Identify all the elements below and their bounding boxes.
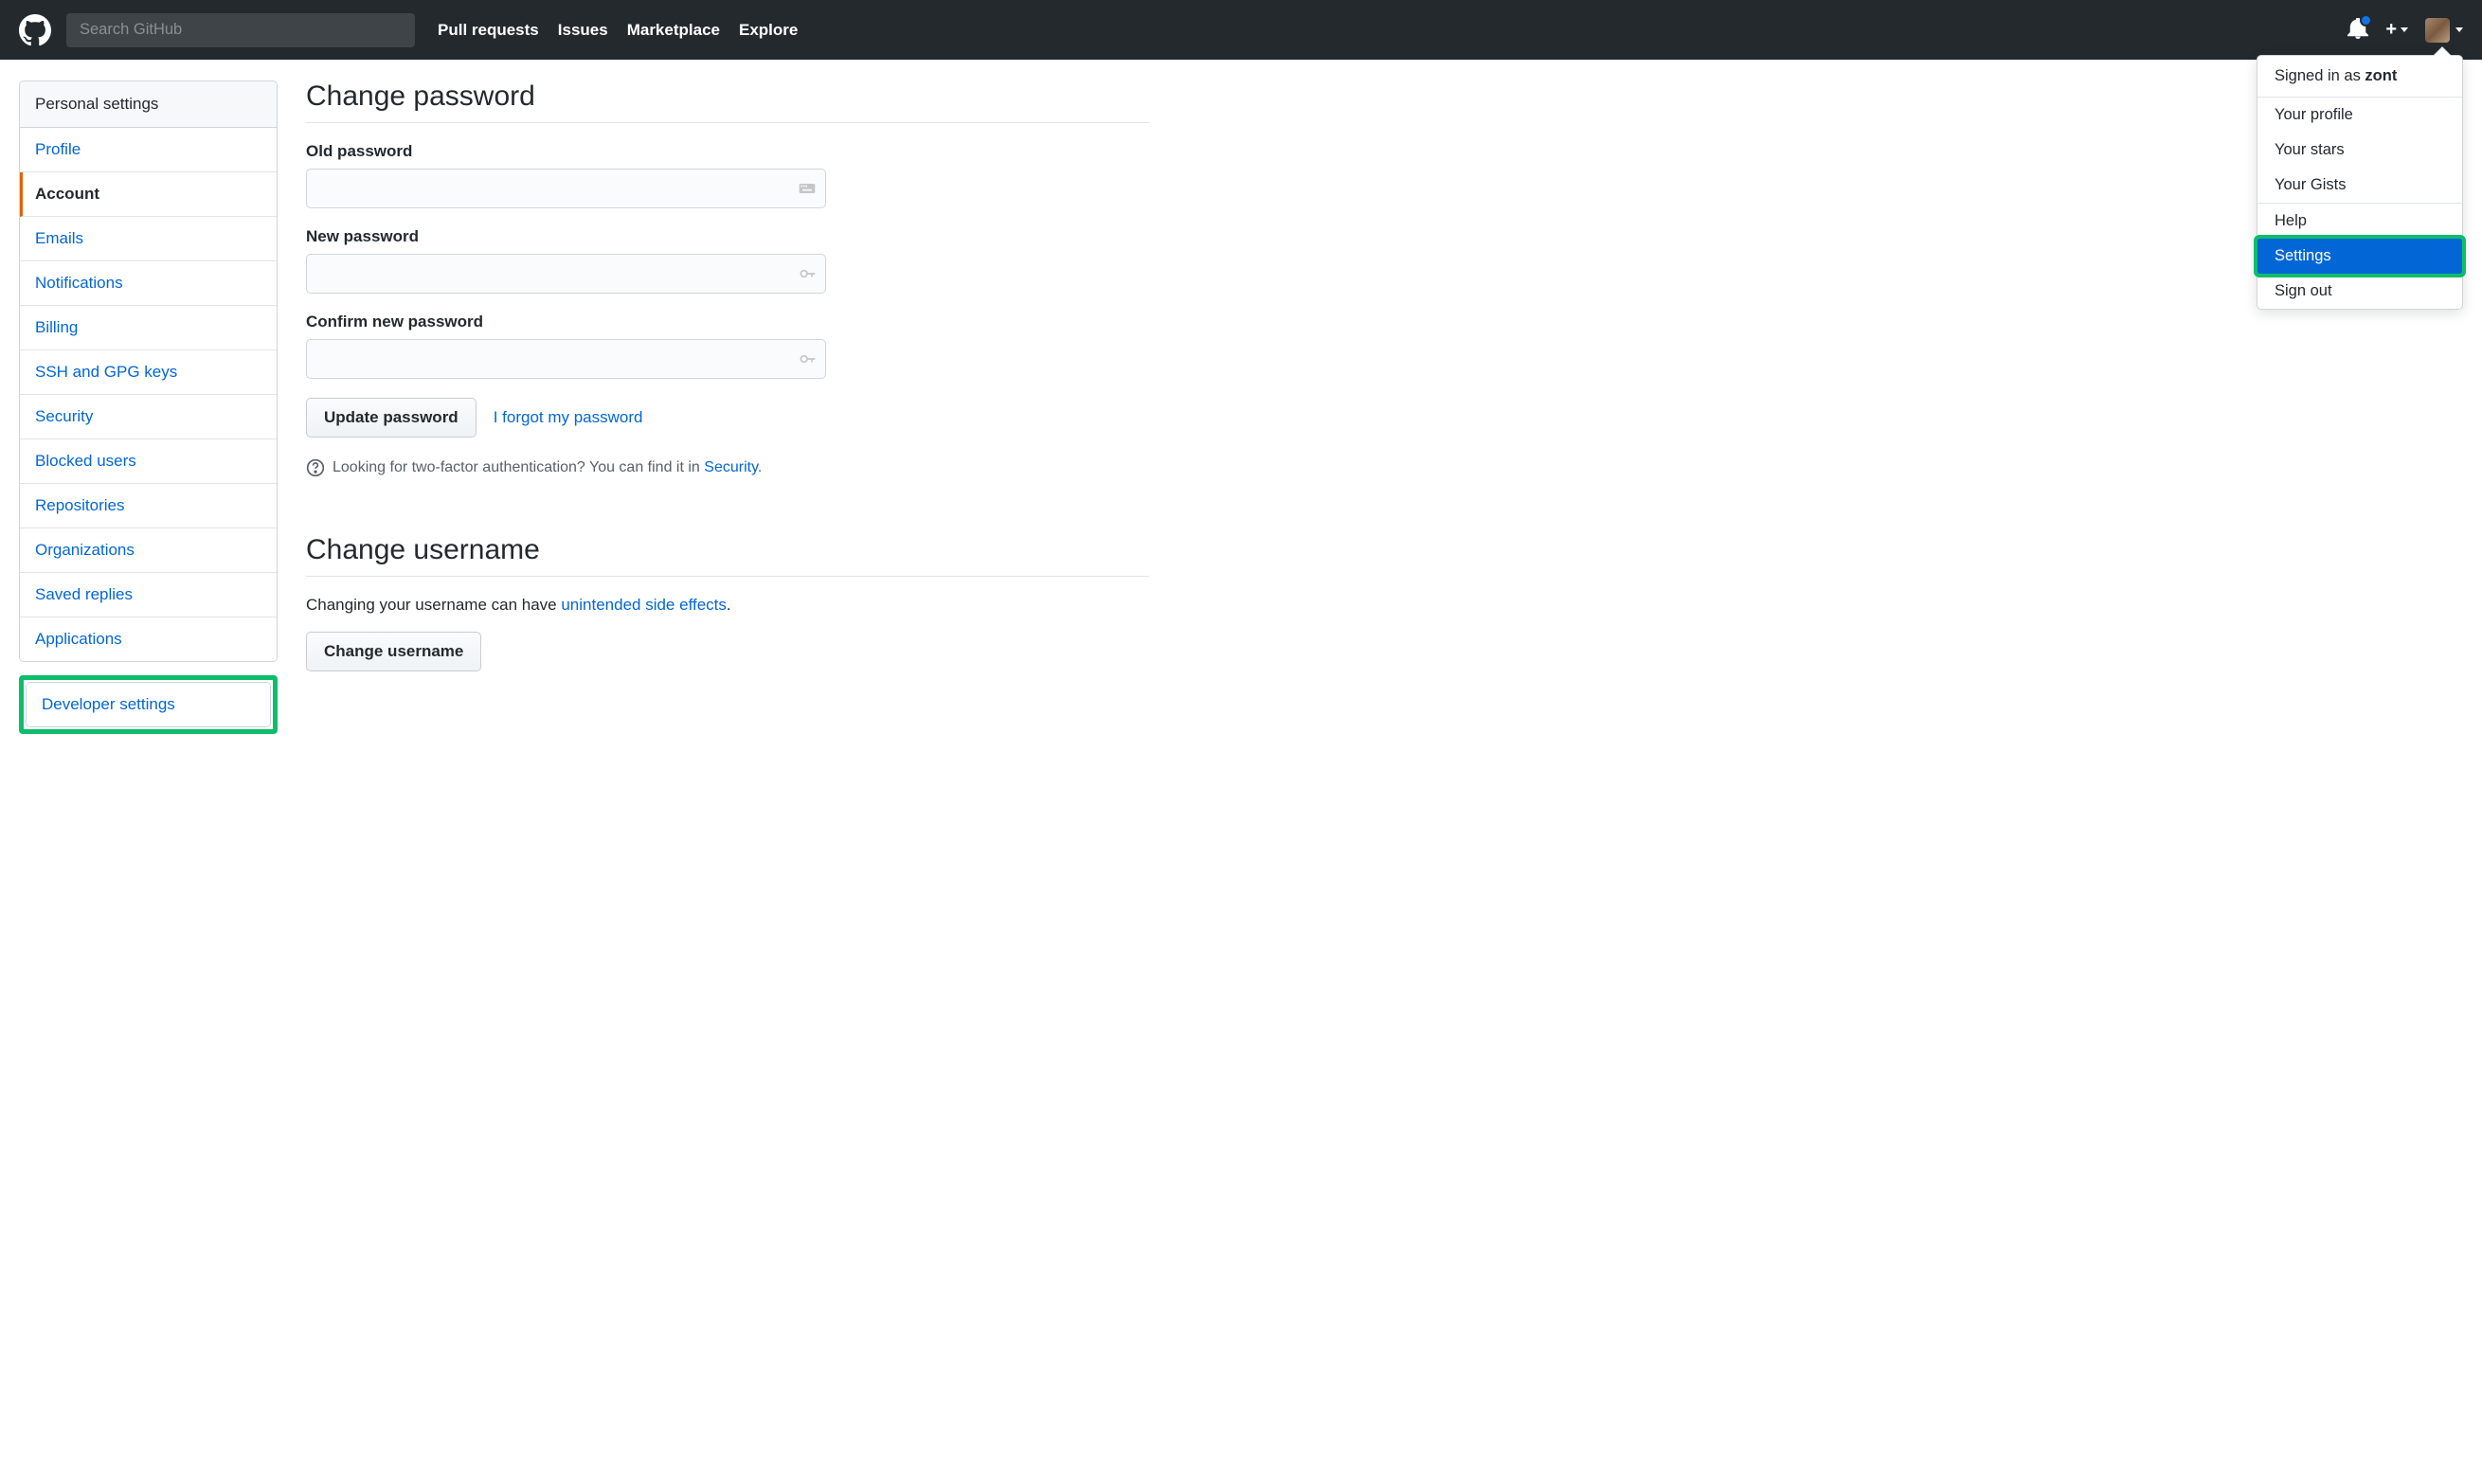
update-password-button[interactable]: Update password <box>306 398 477 438</box>
nav-pull-requests[interactable]: Pull requests <box>438 21 539 40</box>
nav-issues[interactable]: Issues <box>558 21 608 40</box>
keyboard-icon <box>798 179 817 198</box>
sidebar-item-developer-settings[interactable]: Developer settings <box>27 683 270 726</box>
main-content: Change password Old password New passwor… <box>306 80 1187 671</box>
sidebar-item-security[interactable]: Security <box>20 395 277 439</box>
dropdown-sign-out[interactable]: Sign out <box>2257 274 2462 309</box>
dropdown-signed-in: Signed in as zont <box>2257 56 2462 97</box>
avatar-icon <box>2425 18 2450 43</box>
sidebar-item-profile[interactable]: Profile <box>20 128 277 172</box>
old-password-input[interactable] <box>306 169 826 208</box>
change-username-text: Changing your username can have unintend… <box>306 596 1149 615</box>
sidebar-item-notifications[interactable]: Notifications <box>20 261 277 306</box>
dropdown-your-profile[interactable]: Your profile <box>2257 98 2462 133</box>
nav-marketplace[interactable]: Marketplace <box>627 21 720 40</box>
header-right: + <box>2347 18 2463 43</box>
notifications-button[interactable] <box>2347 18 2368 42</box>
change-username-button[interactable]: Change username <box>306 632 481 671</box>
plus-icon: + <box>2385 19 2397 41</box>
settings-sidebar: Personal settings Profile Account Emails… <box>19 80 278 734</box>
sidebar-item-blocked-users[interactable]: Blocked users <box>20 439 277 484</box>
nav-explore[interactable]: Explore <box>739 21 798 40</box>
sidebar-item-organizations[interactable]: Organizations <box>20 528 277 573</box>
user-dropdown: Signed in as zont Your profile Your star… <box>2257 55 2463 310</box>
new-password-label: New password <box>306 227 1149 246</box>
sidebar-header: Personal settings <box>20 81 277 128</box>
notification-dot <box>2360 14 2372 27</box>
question-icon <box>306 458 325 477</box>
confirm-password-input[interactable] <box>306 339 826 379</box>
new-password-input[interactable] <box>306 254 826 294</box>
dropdown-your-stars[interactable]: Your stars <box>2257 133 2462 168</box>
nav-links: Pull requests Issues Marketplace Explore <box>438 21 798 40</box>
create-new-dropdown[interactable]: + <box>2385 19 2408 41</box>
unintended-effects-link[interactable]: unintended side effects <box>561 596 727 614</box>
old-password-label: Old password <box>306 142 1149 161</box>
caret-down-icon <box>2401 27 2408 32</box>
sidebar-item-emails[interactable]: Emails <box>20 217 277 261</box>
sidebar-item-repositories[interactable]: Repositories <box>20 484 277 528</box>
security-link[interactable]: Security <box>704 459 758 475</box>
confirm-password-label: Confirm new password <box>306 313 1149 331</box>
user-menu-button[interactable] <box>2425 18 2463 43</box>
sidebar-item-saved-replies[interactable]: Saved replies <box>20 573 277 617</box>
developer-settings-highlight: Developer settings <box>19 675 278 734</box>
two-factor-hint: Looking for two-factor authentication? Y… <box>306 458 1149 477</box>
change-username-title: Change username <box>306 534 1149 577</box>
sidebar-item-applications[interactable]: Applications <box>20 617 277 661</box>
top-header: Pull requests Issues Marketplace Explore… <box>0 0 2482 60</box>
dropdown-settings[interactable]: Settings <box>2257 239 2462 274</box>
sidebar-item-account[interactable]: Account <box>20 172 277 217</box>
dropdown-help[interactable]: Help <box>2257 204 2462 239</box>
forgot-password-link[interactable]: I forgot my password <box>494 408 643 427</box>
change-password-title: Change password <box>306 80 1149 123</box>
caret-down-icon <box>2455 27 2463 32</box>
sidebar-item-billing[interactable]: Billing <box>20 306 277 350</box>
search-input[interactable] <box>66 13 415 47</box>
sidebar-item-ssh-gpg[interactable]: SSH and GPG keys <box>20 350 277 395</box>
key-icon <box>798 264 817 283</box>
dropdown-your-gists[interactable]: Your Gists <box>2257 168 2462 203</box>
github-logo-icon[interactable] <box>19 14 51 46</box>
key-icon <box>798 349 817 368</box>
